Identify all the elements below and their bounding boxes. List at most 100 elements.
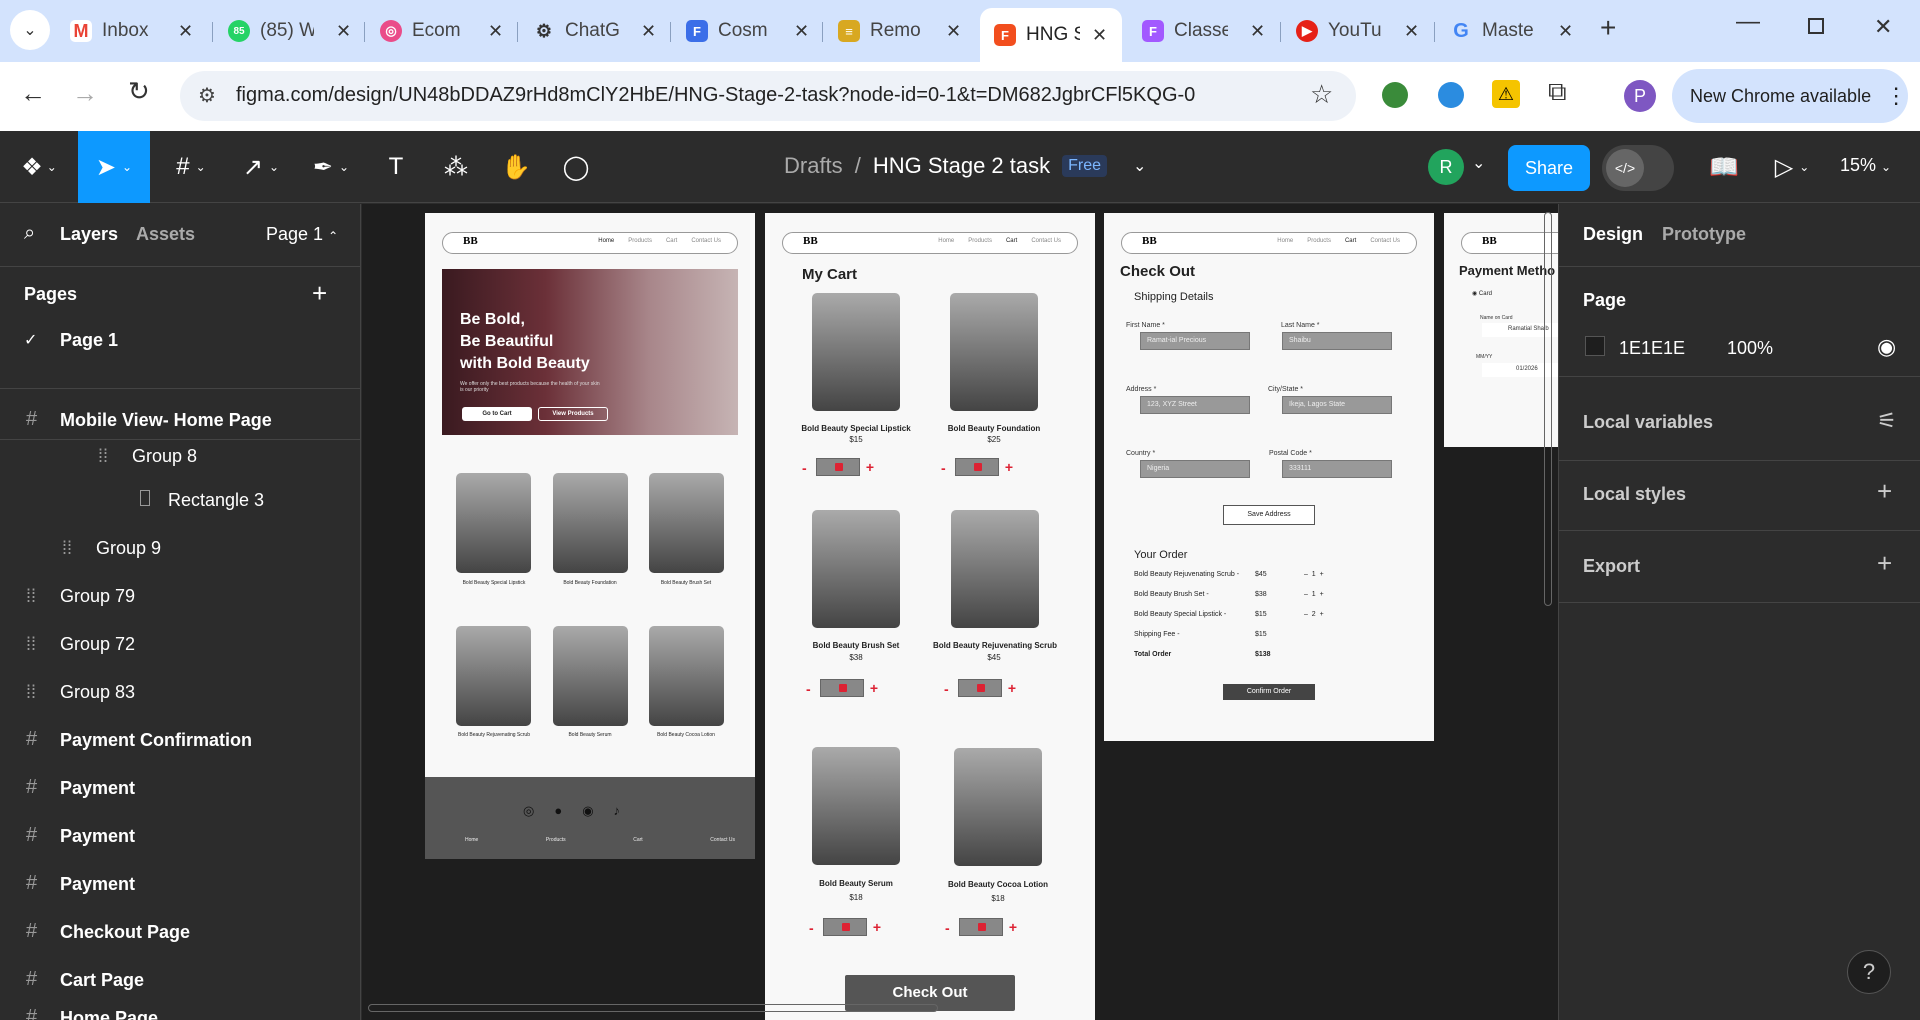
- nav-link[interactable]: Cart: [666, 238, 677, 244]
- extensions-puzzle-icon[interactable]: ⧉: [1548, 76, 1567, 108]
- close-tab-icon[interactable]: ✕: [794, 21, 809, 42]
- add-style-icon[interactable]: +: [1877, 476, 1892, 507]
- frame-home-page[interactable]: BB Home Products Cart Contact Us Be Bold, B…: [425, 213, 755, 859]
- close-tab-icon[interactable]: ✕: [336, 21, 351, 42]
- quantity-stepper[interactable]: - +: [941, 458, 1013, 478]
- add-page-icon[interactable]: +: [312, 278, 327, 309]
- text-tool-icon[interactable]: T: [378, 131, 414, 203]
- browser-tab-forms[interactable]: F Cosm ✕: [686, 12, 809, 50]
- whatsapp-icon[interactable]: ◉: [582, 803, 593, 819]
- search-icon[interactable]: ⌕: [24, 222, 35, 245]
- order-line-qty-stepper[interactable]: – 1 +: [1304, 591, 1324, 598]
- quantity-stepper[interactable]: - +: [944, 679, 1016, 699]
- cart-icon[interactable]: [955, 458, 999, 476]
- minus-button[interactable]: -: [944, 681, 949, 697]
- page-color-hex[interactable]: 1E1E1E: [1619, 338, 1685, 359]
- confirm-order-button[interactable]: Confirm Order: [1223, 684, 1315, 700]
- instagram-icon[interactable]: ◎: [523, 803, 534, 819]
- card-radio[interactable]: ◉ Card: [1472, 290, 1492, 297]
- plus-button[interactable]: +: [873, 919, 881, 935]
- new-chrome-available-button[interactable]: New Chrome available ⋮: [1672, 69, 1908, 123]
- quantity-stepper[interactable]: - +: [809, 918, 881, 938]
- layer-row[interactable]: # Checkout Page: [0, 912, 360, 952]
- quantity-stepper[interactable]: - +: [945, 918, 1017, 938]
- layer-row[interactable]: ⁞⁞ Group 72: [0, 624, 360, 664]
- minus-button[interactable]: -: [802, 460, 807, 476]
- layer-row[interactable]: # Payment: [0, 768, 360, 808]
- visibility-eye-icon[interactable]: ◉: [1877, 334, 1896, 360]
- hand-tool-icon[interactable]: ✋: [496, 131, 536, 203]
- footer-link[interactable]: Home: [465, 837, 478, 843]
- export-heading[interactable]: Export: [1583, 556, 1640, 577]
- browser-tab-figma-active[interactable]: F HNG S ✕: [980, 8, 1122, 62]
- footer-link[interactable]: Cart: [633, 837, 642, 843]
- tab-prototype[interactable]: Prototype: [1662, 224, 1746, 245]
- dev-mode-toggle[interactable]: </>: [1602, 145, 1674, 191]
- pen-tool-icon[interactable]: ✒ ⌄: [306, 131, 356, 203]
- quantity-stepper[interactable]: - +: [802, 458, 874, 478]
- extension-warning-icon[interactable]: ⚠: [1492, 80, 1520, 108]
- close-tab-icon[interactable]: ✕: [946, 21, 961, 42]
- forward-icon[interactable]: →: [72, 78, 98, 109]
- url-bar[interactable]: ⚙ figma.com/design/UN48bDDAZ9rHd8mClY2Hb…: [180, 71, 1356, 121]
- footer-link[interactable]: Products: [546, 837, 566, 843]
- order-line-qty-stepper[interactable]: – 1 +: [1304, 571, 1324, 578]
- layer-row[interactable]: # Home Page: [0, 1006, 360, 1020]
- canvas-horizontal-scrollbar[interactable]: [368, 1004, 938, 1012]
- nav-link[interactable]: Products: [1307, 238, 1331, 244]
- variables-settings-icon[interactable]: ⚟: [1877, 408, 1897, 434]
- go-to-cart-button[interactable]: Go to Cart: [462, 407, 532, 421]
- resources-icon[interactable]: ⁂: [436, 131, 476, 203]
- browser-tab-youtube[interactable]: ▶ YouTu ✕: [1296, 12, 1419, 50]
- multiplayer-chevron-icon[interactable]: ⌄: [1472, 153, 1485, 173]
- file-name[interactable]: HNG Stage 2 task: [873, 153, 1050, 179]
- back-icon[interactable]: ←: [20, 78, 46, 109]
- move-tool-icon[interactable]: ➤ ⌄: [78, 131, 150, 203]
- close-tab-icon[interactable]: ✕: [178, 21, 193, 42]
- layer-row[interactable]: # Payment Confirmation: [0, 720, 360, 760]
- new-tab-icon[interactable]: +: [1600, 12, 1616, 44]
- address-field[interactable]: 123, XYZ Street: [1140, 396, 1250, 414]
- nav-link[interactable]: Home: [938, 238, 954, 244]
- browser-tab-chatgpt[interactable]: ⚙ ChatG ✕: [533, 12, 656, 50]
- breadcrumb-drafts[interactable]: Drafts: [784, 153, 843, 179]
- local-styles-heading[interactable]: Local styles: [1583, 484, 1686, 505]
- footer-link[interactable]: Contact Us: [710, 837, 735, 843]
- tab-layers[interactable]: Layers: [60, 224, 118, 245]
- close-tab-icon[interactable]: ✕: [1404, 21, 1419, 42]
- tab-search-button[interactable]: ⌄: [10, 10, 50, 50]
- reload-icon[interactable]: ↻: [128, 76, 150, 107]
- page-selector[interactable]: Page 1 ⌃: [266, 224, 338, 245]
- page-opacity[interactable]: 100%: [1727, 338, 1773, 359]
- layer-row[interactable]: ⁞⁞ Group 83: [0, 672, 360, 712]
- browser-tab-classes[interactable]: F Classe ✕: [1142, 12, 1265, 50]
- frame-tool-icon[interactable]: # ⌄: [166, 131, 216, 203]
- nav-link[interactable]: Products: [628, 238, 652, 244]
- help-button[interactable]: ?: [1847, 950, 1891, 994]
- nav-link[interactable]: Cart: [1006, 238, 1017, 244]
- cart-icon[interactable]: [820, 679, 864, 697]
- tiktok-icon[interactable]: ♪: [614, 803, 621, 819]
- plus-button[interactable]: +: [1008, 680, 1016, 696]
- plus-button[interactable]: +: [870, 680, 878, 696]
- nav-link[interactable]: Contact Us: [691, 238, 721, 244]
- figma-main-menu-icon[interactable]: ❖ ⌄: [14, 131, 64, 203]
- cart-icon[interactable]: [958, 679, 1002, 697]
- add-export-icon[interactable]: +: [1877, 548, 1892, 579]
- share-button[interactable]: Share: [1508, 145, 1590, 191]
- zoom-level[interactable]: 15% ⌄: [1840, 155, 1891, 176]
- layer-row[interactable]: # Cart Page: [0, 960, 360, 1000]
- nav-link[interactable]: Contact Us: [1370, 238, 1400, 244]
- tab-assets[interactable]: Assets: [136, 224, 195, 245]
- browser-tab-gmail[interactable]: M Inbox ✕: [70, 12, 193, 50]
- close-tab-icon[interactable]: ✕: [1250, 21, 1265, 42]
- close-window-icon[interactable]: ✕: [1874, 14, 1892, 40]
- page-item-page-1[interactable]: ✓ Page 1: [0, 320, 360, 360]
- quantity-stepper[interactable]: - +: [806, 679, 878, 699]
- first-name-field[interactable]: Ramat-ial Precious: [1140, 332, 1250, 350]
- layer-row[interactable]: ⁞⁞ Group 79: [0, 576, 360, 616]
- layer-row[interactable]: ⁞⁞ Group 9: [0, 528, 360, 568]
- postal-code-field[interactable]: 333111: [1282, 460, 1392, 478]
- plus-button[interactable]: +: [1009, 919, 1017, 935]
- browser-tab-remote[interactable]: ≡ Remo ✕: [838, 12, 961, 50]
